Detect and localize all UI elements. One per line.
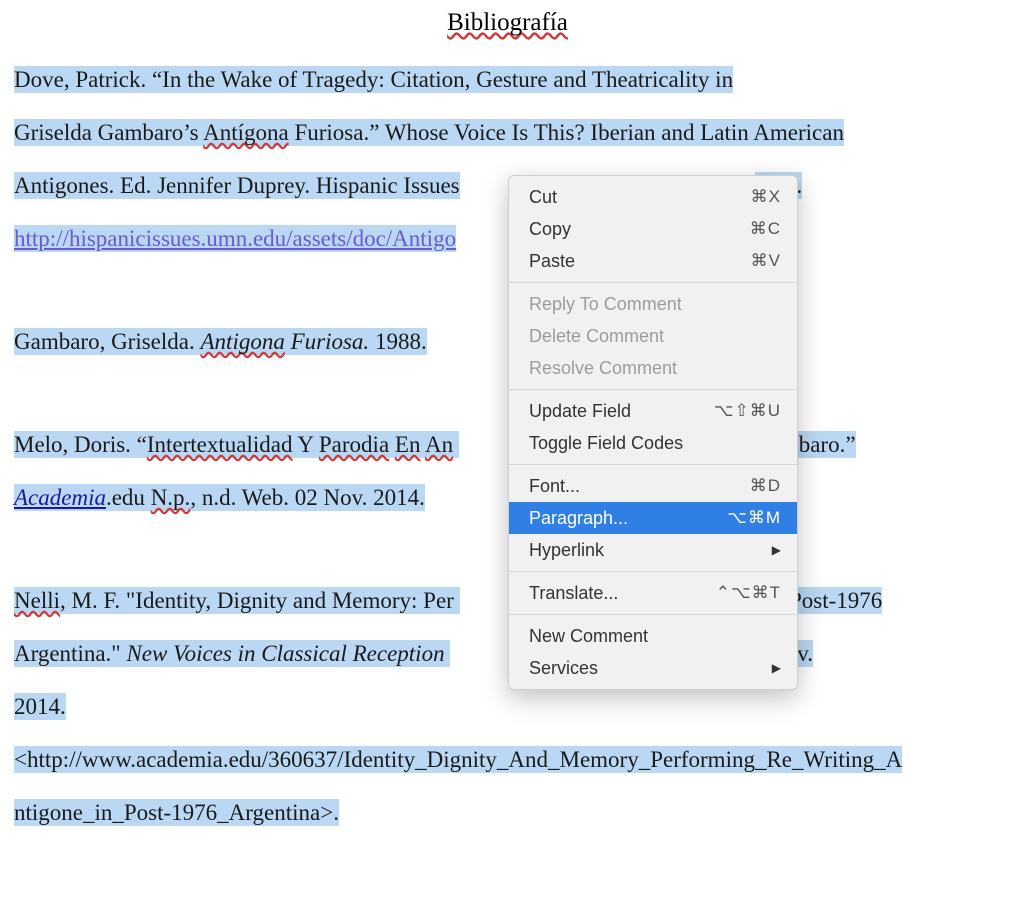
selected-text: <http://www.academia.edu/360637/Identity… xyxy=(14,746,902,773)
text-fragment: New Voices in Classical Reception xyxy=(126,641,450,666)
menu-item-services[interactable]: Services ▶ xyxy=(509,652,797,684)
title-text: Bibliografía xyxy=(447,9,568,36)
selected-text: Griselda Gambaro’s Antígona Furiosa.” Wh… xyxy=(14,119,844,146)
menu-item-cut[interactable]: Cut ⌘X xyxy=(509,181,797,213)
text-fragment: Furiosa.” Whose Voice Is This? Iberian a… xyxy=(289,120,844,145)
menu-item-hyperlink[interactable]: Hyperlink ▶ xyxy=(509,534,797,566)
menu-shortcut: ⌥⇧⌘U xyxy=(714,401,781,421)
menu-label: Hyperlink xyxy=(529,540,604,561)
menu-item-font[interactable]: Font... ⌘D xyxy=(509,470,797,502)
text-fragment: .edu xyxy=(106,485,151,510)
selected-text: Melo, Doris. “Intertextualidad Y Parodia… xyxy=(14,431,459,458)
spellcheck-word: En xyxy=(395,432,421,457)
selected-text: Gambaro, Griselda. Antigona Furiosa. 198… xyxy=(14,328,427,355)
menu-separator xyxy=(509,389,797,390)
selected-text: http://hispanicissues.umn.edu/assets/doc… xyxy=(14,225,456,252)
menu-item-translate[interactable]: Translate... ⌃⌥⌘T xyxy=(509,577,797,609)
menu-shortcut: ⌘D xyxy=(750,476,781,496)
menu-label: Resolve Comment xyxy=(529,358,677,379)
text-fragment: Furiosa. xyxy=(285,329,375,354)
page-title: Bibliografía xyxy=(14,10,1001,35)
menu-item-resolve-comment: Resolve Comment xyxy=(509,352,797,384)
spellcheck-word: Antígona xyxy=(203,120,289,145)
menu-label: Reply To Comment xyxy=(529,294,682,315)
menu-label: Delete Comment xyxy=(529,326,664,347)
menu-label: Copy xyxy=(529,219,571,240)
menu-label: Paste xyxy=(529,251,575,272)
selected-text: Argentina." New Voices in Classical Rece… xyxy=(14,640,450,667)
text-fragment: Argentina." xyxy=(14,641,126,666)
menu-item-delete-comment: Delete Comment xyxy=(509,320,797,352)
selected-text: ntigone_in_Post-1976_Argentina>. xyxy=(14,799,339,826)
menu-separator xyxy=(509,464,797,465)
submenu-arrow-icon: ▶ xyxy=(772,661,781,675)
spellcheck-word: An xyxy=(425,432,453,457)
hyperlink[interactable]: http://hispanicissues.umn.edu/assets/doc… xyxy=(14,226,456,251)
menu-shortcut: ⌘V xyxy=(751,251,781,271)
menu-item-update-field[interactable]: Update Field ⌥⇧⌘U xyxy=(509,395,797,427)
spellcheck-word: Antigona xyxy=(201,329,285,354)
menu-label: Cut xyxy=(529,187,557,208)
text-fragment: , M. F. "Identity, Dignity and Memory: P… xyxy=(60,588,454,613)
spellcheck-word: Parodia xyxy=(319,432,389,457)
text-fragment: 1988. xyxy=(375,329,427,354)
text-fragment: Melo, Doris. “ xyxy=(14,432,147,457)
menu-label: New Comment xyxy=(529,626,648,647)
selected-text: Dove, Patrick. “In the Wake of Tragedy: … xyxy=(14,66,733,93)
menu-item-toggle-field-codes[interactable]: Toggle Field Codes xyxy=(509,427,797,459)
context-menu: Cut ⌘X Copy ⌘C Paste ⌘V Reply To Comment… xyxy=(508,175,798,690)
menu-separator xyxy=(509,282,797,283)
selected-text: Nelli, M. F. "Identity, Dignity and Memo… xyxy=(14,587,460,614)
spellcheck-word: N.p. xyxy=(151,485,191,510)
menu-label: Paragraph... xyxy=(529,508,628,529)
submenu-arrow-icon: ▶ xyxy=(772,543,781,557)
menu-shortcut: ⌃⌥⌘T xyxy=(716,583,781,603)
menu-label: Font... xyxy=(529,476,580,497)
menu-shortcut: ⌥⌘M xyxy=(727,508,781,528)
menu-shortcut: ⌘X xyxy=(751,187,781,207)
menu-item-copy[interactable]: Copy ⌘C xyxy=(509,213,797,245)
menu-label: Services xyxy=(529,658,598,679)
spellcheck-word: Intertextualidad xyxy=(147,432,293,457)
menu-separator xyxy=(509,614,797,615)
menu-label: Translate... xyxy=(529,583,618,604)
text-fragment: , n.d. Web. 02 Nov. 2014. xyxy=(190,485,425,510)
menu-shortcut: ⌘C xyxy=(750,219,781,239)
hyperlink[interactable]: Academia xyxy=(14,485,106,510)
text-fragment: Griselda Gambaro’s xyxy=(14,120,203,145)
selected-text: Academia.edu N.p., n.d. Web. 02 Nov. 201… xyxy=(14,484,425,511)
menu-label: Update Field xyxy=(529,401,631,422)
menu-item-new-comment[interactable]: New Comment xyxy=(509,620,797,652)
spellcheck-word: Nelli xyxy=(14,588,60,613)
menu-item-paragraph[interactable]: Paragraph... ⌥⌘M xyxy=(509,502,797,534)
selected-text: Antigones. Ed. Jennifer Duprey. Hispanic… xyxy=(14,172,460,199)
menu-label: Toggle Field Codes xyxy=(529,433,683,454)
menu-item-reply-to-comment: Reply To Comment xyxy=(509,288,797,320)
selected-text: 2014. xyxy=(14,693,66,720)
text-fragment: Y xyxy=(292,432,318,457)
menu-item-paste[interactable]: Paste ⌘V xyxy=(509,245,797,277)
text-fragment: Gambaro, Griselda. xyxy=(14,329,201,354)
menu-separator xyxy=(509,571,797,572)
